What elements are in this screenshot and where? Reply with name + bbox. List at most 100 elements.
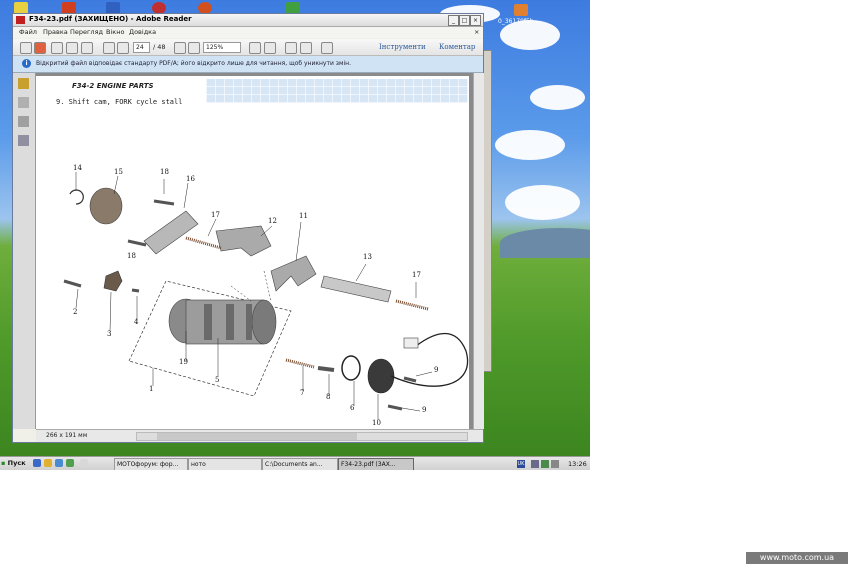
part-number: 4 [134, 318, 139, 326]
task-button-pdf[interactable]: F34-23.pdf (ЗАХ... [338, 458, 414, 470]
part-number: 5 [215, 376, 220, 384]
bolt [127, 239, 147, 247]
exploded-parts-diagram [63, 172, 469, 420]
signatures-icon[interactable] [18, 135, 29, 146]
page-number-input[interactable]: 24 [133, 42, 150, 53]
adobe-reader-icon [16, 16, 25, 24]
page-size: 266 x 191 мм [46, 432, 88, 439]
minimize-button[interactable]: _ [448, 15, 459, 26]
menu-file[interactable]: Файл [19, 28, 37, 36]
spring [285, 358, 315, 369]
connector [403, 337, 419, 349]
screenshot-area: 0_36179f5b... F34-23.pdf (ЗАХИЩЕНО) - Ad… [0, 0, 590, 470]
show-desktop-icon[interactable] [80, 459, 88, 467]
task-button-documents[interactable]: C:\Documents an... [262, 458, 338, 470]
part-number: 19 [179, 358, 188, 366]
attachments-icon[interactable] [18, 116, 29, 127]
circlip [69, 189, 84, 205]
zoom-select[interactable]: 125% [203, 42, 241, 53]
print-icon[interactable] [66, 42, 78, 54]
document-area[interactable]: F34-2 ENGINE PARTS 9. Shift cam, FORK cy… [36, 73, 473, 429]
menu-edit[interactable]: Правка [43, 28, 68, 36]
comment-link[interactable]: Коментар [439, 43, 475, 51]
email-icon[interactable] [81, 42, 93, 54]
part-number: 8 [326, 393, 331, 401]
desktop-icon-label: 0_36179f5b... [498, 18, 540, 25]
desktop-icon[interactable] [514, 4, 528, 16]
cloud [505, 185, 580, 220]
bolt [153, 199, 175, 206]
security-icon[interactable] [541, 460, 549, 468]
maximize-button[interactable]: □ [459, 15, 470, 26]
stopper-plate [143, 210, 199, 255]
zoom-in-icon[interactable] [188, 42, 200, 54]
sign-icon[interactable] [300, 42, 312, 54]
part-number: 9 [422, 406, 427, 414]
menu-bar: Файл Правка Перегляд Вікно Довідка × [13, 27, 483, 38]
previous-page-icon[interactable] [103, 42, 115, 54]
menu-window[interactable]: Вікно [106, 28, 124, 36]
horizontal-scrollbar[interactable] [136, 432, 468, 441]
part-number: 17 [211, 211, 220, 219]
start-button[interactable]: ▪ Пуск [1, 458, 31, 469]
fullscreen-icon[interactable] [321, 42, 333, 54]
mountain [500, 228, 590, 258]
close-document-icon[interactable]: × [474, 28, 479, 36]
o-ring [341, 355, 361, 381]
shift-drum [168, 298, 277, 345]
pdf-page: F34-2 ENGINE PARTS 9. Shift cam, FORK cy… [36, 76, 469, 429]
part-number: 14 [73, 164, 82, 172]
pin [317, 366, 335, 372]
browser-icon[interactable] [33, 459, 41, 467]
comment-icon[interactable] [285, 42, 297, 54]
media-icon[interactable] [55, 459, 63, 467]
folder-icon[interactable] [44, 459, 52, 467]
fork-shaft [320, 275, 392, 303]
create-pdf-icon[interactable] [20, 42, 32, 54]
fit-width-icon[interactable] [264, 42, 276, 54]
adobe-reader-window: F34-23.pdf (ЗАХИЩЕНО) - Adobe Reader _ □… [12, 13, 484, 443]
pages-icon[interactable] [18, 97, 29, 108]
task-button-forum[interactable]: МОТОфорум: фор... [114, 458, 188, 470]
title-bar[interactable]: F34-23.pdf (ЗАХИЩЕНО) - Adobe Reader _ □… [13, 14, 483, 27]
combine-icon[interactable] [34, 42, 46, 54]
page-total: / 48 [153, 43, 166, 51]
part-number: 7 [300, 389, 305, 397]
spring [185, 236, 222, 250]
part-number: 17 [412, 271, 421, 279]
toolbar: 24 / 48 125% Інструменти Коментар [13, 39, 483, 56]
part-number: 6 [350, 404, 355, 412]
volume-icon[interactable] [551, 460, 559, 468]
save-icon[interactable] [51, 42, 63, 54]
bolt [63, 279, 82, 288]
part-number: 18 [127, 252, 136, 260]
info-message: Відкритий файл відповідає стандарту PDF/… [36, 60, 351, 67]
tools-link[interactable]: Інструменти [379, 43, 426, 51]
part-number: 3 [107, 330, 112, 338]
part-number: 15 [114, 168, 123, 176]
language-indicator[interactable]: UK [517, 460, 525, 468]
next-page-icon[interactable] [117, 42, 129, 54]
part-number: 13 [363, 253, 372, 261]
scroll-thumb[interactable] [157, 433, 357, 440]
close-button[interactable]: × [470, 15, 481, 26]
part-number: 9 [434, 366, 439, 374]
navigation-panel [13, 73, 36, 429]
task-button-folder[interactable]: ното [188, 458, 262, 470]
app-icon[interactable] [66, 459, 74, 467]
bolt [403, 376, 417, 383]
zoom-out-icon[interactable] [174, 42, 186, 54]
menu-help[interactable]: Довідка [129, 28, 156, 36]
sensor-wire [390, 333, 469, 387]
lock-icon[interactable] [18, 78, 29, 89]
cloud [495, 130, 565, 160]
cloud [530, 85, 585, 110]
network-icon[interactable] [531, 460, 539, 468]
menu-view[interactable]: Перегляд [70, 28, 103, 36]
part-number: 18 [160, 168, 169, 176]
fit-page-icon[interactable] [249, 42, 261, 54]
pdfa-info-bar: i Відкритий файл відповідає стандарту PD… [13, 56, 483, 73]
watermark: www.moto.com.ua [746, 552, 848, 564]
vertical-scrollbar[interactable] [473, 73, 484, 429]
info-icon: i [22, 59, 31, 68]
